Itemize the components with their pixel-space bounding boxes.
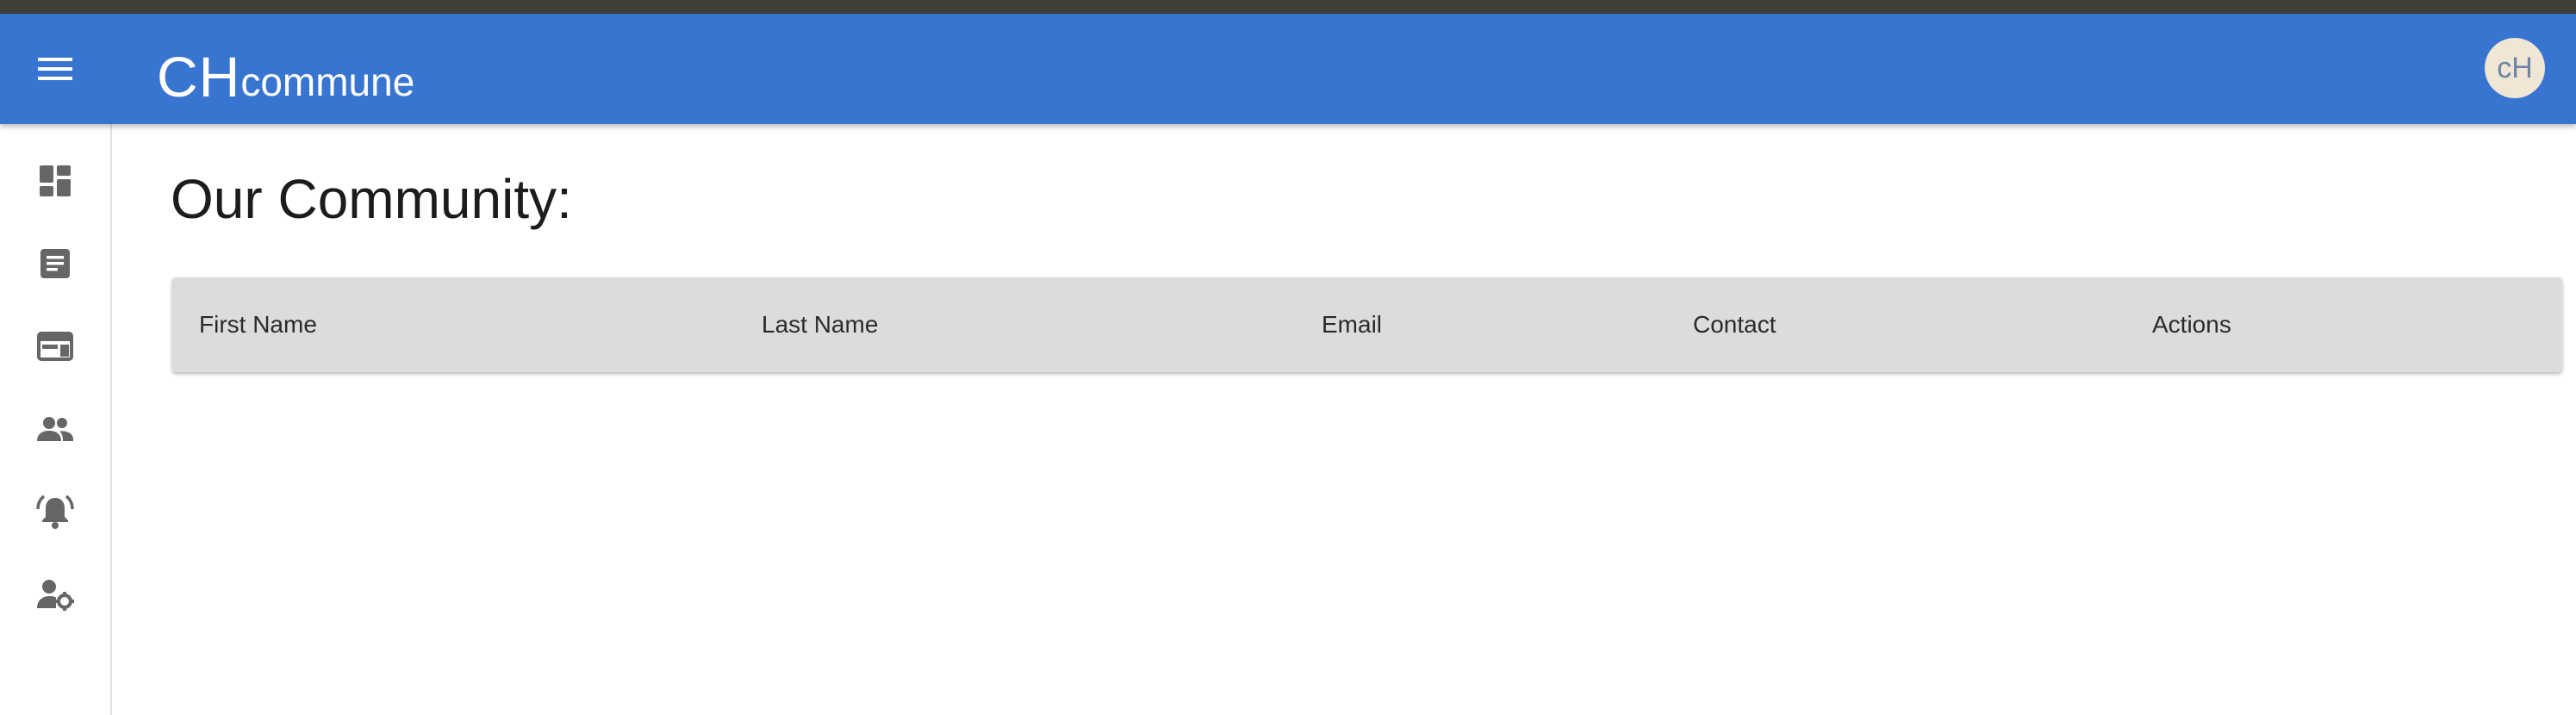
notifications-active-icon <box>36 494 74 529</box>
column-header-email[interactable]: Email <box>1322 277 1382 372</box>
user-avatar[interactable]: cH <box>2485 38 2545 98</box>
column-header-first-name[interactable]: First Name <box>199 277 317 372</box>
column-header-contact[interactable]: Contact <box>1693 277 1776 372</box>
manage-accounts-icon <box>37 580 74 611</box>
window-top-strip <box>0 0 2576 14</box>
dashboard-icon <box>40 165 71 196</box>
app-bar: CH commune cH <box>0 14 2576 124</box>
community-table: First Name Last Name Email Contact Actio… <box>172 277 2562 372</box>
people-icon <box>37 417 73 441</box>
logo-ch: CH <box>157 45 241 109</box>
logo-commune: commune <box>240 59 415 104</box>
sidebar <box>0 124 112 715</box>
sidebar-item-web[interactable] <box>21 312 90 381</box>
sidebar-item-alerts[interactable] <box>21 477 90 546</box>
sidebar-item-articles[interactable] <box>21 229 90 298</box>
app-logo[interactable]: CH commune <box>157 33 414 105</box>
sidebar-item-account-settings[interactable] <box>21 560 90 629</box>
column-header-last-name[interactable]: Last Name <box>762 277 878 372</box>
sidebar-item-people[interactable] <box>21 395 90 463</box>
page-title: Our Community: <box>171 168 572 230</box>
article-icon <box>40 249 70 278</box>
web-icon <box>37 332 73 361</box>
menu-icon <box>38 58 72 80</box>
sidebar-item-dashboard[interactable] <box>21 146 90 215</box>
column-header-actions[interactable]: Actions <box>2152 277 2231 372</box>
menu-button[interactable] <box>21 41 90 96</box>
